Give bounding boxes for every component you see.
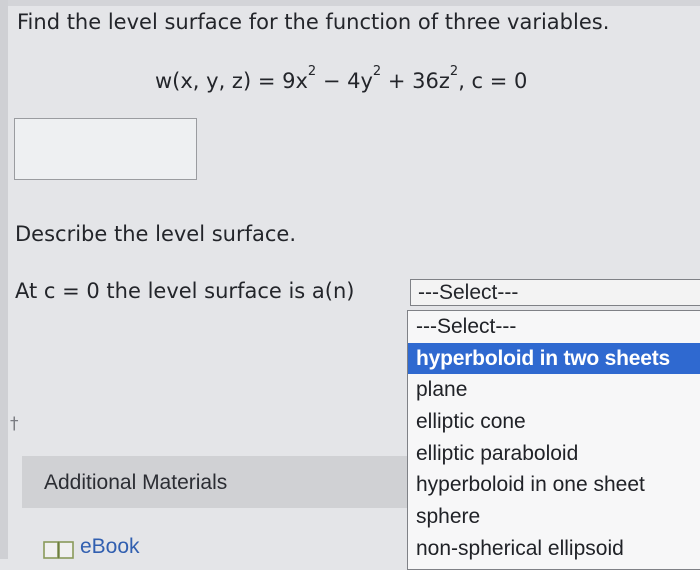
dagger-marker: † — [10, 414, 19, 434]
question-prompt: Find the level surface for the function … — [17, 10, 610, 34]
level-surface-answer-input[interactable] — [14, 118, 197, 180]
option-hyperboloid-two-sheets[interactable]: hyperboloid in two sheets — [408, 342, 700, 375]
additional-materials-label: Additional Materials — [44, 471, 228, 494]
equation-exponent-y: 2 — [372, 64, 382, 79]
surface-type-select[interactable]: ---Select--- — [410, 279, 700, 306]
equation-y-term: − 4y — [316, 69, 373, 93]
ebook-link[interactable]: eBook — [80, 535, 140, 559]
equation-level-value: , c = 0 — [458, 69, 528, 93]
book-icon — [43, 541, 74, 559]
option-sphere[interactable]: sphere — [408, 501, 700, 533]
option-non-spherical-ellipsoid[interactable]: non-spherical ellipsoid — [408, 533, 700, 565]
level-surface-sentence: At c = 0 the level surface is a(n) — [15, 279, 355, 303]
option-elliptic-cone[interactable]: elliptic cone — [408, 406, 700, 438]
equation-lhs: w(x, y, z) = 9x — [155, 69, 308, 93]
surface-type-dropdown-list[interactable]: ---Select--- hyperboloid in two sheets p… — [407, 310, 700, 570]
function-equation: w(x, y, z) = 9x2 − 4y2 + 36z2, c = 0 — [155, 64, 528, 93]
option-plane[interactable]: plane — [408, 374, 700, 406]
equation-exponent-x: 2 — [307, 64, 317, 79]
equation-z-term: + 36z — [381, 69, 450, 93]
window-top-border — [0, 0, 700, 6]
option-elliptic-paraboloid[interactable]: elliptic paraboloid — [408, 438, 700, 470]
describe-heading: Describe the level surface. — [15, 222, 297, 246]
option-select-placeholder[interactable]: ---Select--- — [408, 311, 700, 343]
window-left-border — [0, 0, 8, 559]
option-hyperboloid-one-sheet[interactable]: hyperboloid in one sheet — [408, 469, 700, 501]
equation-exponent-z: 2 — [449, 64, 459, 79]
